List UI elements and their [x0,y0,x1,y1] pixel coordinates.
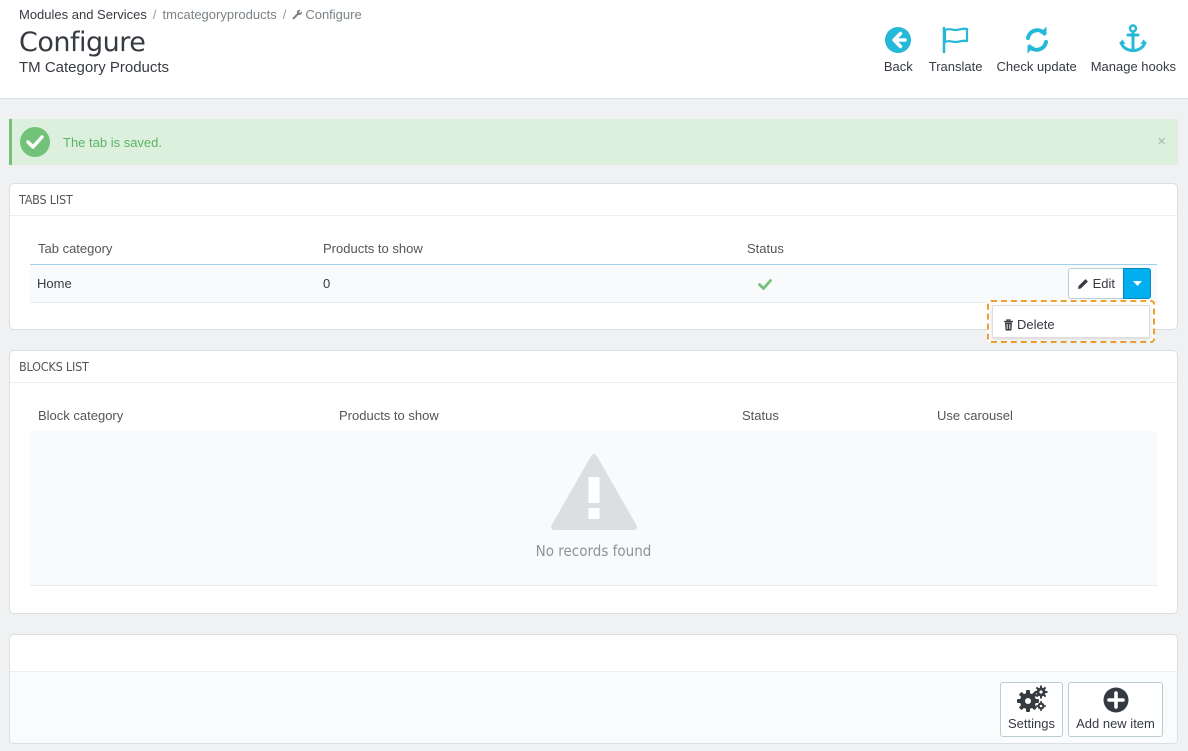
breadcrumb-modules-link[interactable]: Modules and Services [19,7,147,22]
translate-label: Translate [928,59,983,74]
column-header[interactable]: Use carousel [937,408,1013,423]
flag-icon [942,26,968,54]
table-row[interactable]: Home 0 Edit [30,265,1157,303]
trash-icon [1004,318,1013,330]
add-new-item-label: Add new item [1076,716,1155,731]
tabs-table-header: Tab category Products to show Status [30,217,1157,265]
breadcrumb-current: Configure [292,7,362,22]
products-cell: 0 [323,276,331,291]
toolbar: Back Translate Check update Manage hooks [878,20,1182,74]
back-button[interactable]: Back [878,20,919,74]
check-circle-icon [20,127,50,157]
breadcrumb-separator: / [152,7,157,22]
delete-label: Delete [1017,317,1055,332]
manage-hooks-label: Manage hooks [1090,59,1176,74]
manage-hooks-button[interactable]: Manage hooks [1085,20,1182,74]
refresh-icon [1025,26,1048,54]
plus-circle-icon [1103,687,1128,713]
column-header[interactable]: Tab category [38,241,112,256]
warning-icon [551,454,637,530]
actions-dropdown-toggle[interactable] [1123,268,1151,299]
gears-icon [1016,685,1047,712]
edit-label: Edit [1092,276,1115,291]
pencil-icon [1077,278,1088,289]
tabs-list-heading: TABS LIST [10,184,1177,216]
page-subtitle: TM Category Products [19,59,170,76]
delete-menu-item[interactable]: Delete [1003,317,1055,332]
column-header[interactable]: Products to show [339,408,439,423]
column-header[interactable]: Status [742,408,779,423]
wrench-icon [292,9,303,20]
empty-state: No records found [30,431,1157,586]
tab-category-cell: Home [37,276,72,291]
blocks-table-header: Block category Products to show Status U… [30,384,1157,432]
blocks-list-panel: BLOCKS LIST Block category Products to s… [9,350,1178,614]
empty-message: No records found [535,542,652,560]
settings-button[interactable]: Settings [1000,682,1063,737]
blocks-list-heading: BLOCKS LIST [10,351,1177,383]
row-actions: Edit [1067,268,1151,299]
column-header[interactable]: Block category [38,408,123,423]
footer-panel: Settings Add new item [9,634,1178,744]
footer-toolbar: Settings Add new item [10,671,1177,743]
check-update-label: Check update [996,59,1077,74]
edit-button[interactable]: Edit [1067,268,1123,299]
page-title: Configure [19,27,146,58]
caret-down-icon [1132,281,1142,286]
translate-button[interactable]: Translate [923,20,989,74]
breadcrumb: Modules and Services / tmcategoryproducts /… [19,7,362,22]
arrow-left-circle-icon [885,27,912,53]
back-label: Back [883,59,913,74]
anchor-icon [1119,24,1148,53]
check-update-button[interactable]: Check update [990,20,1082,74]
close-icon[interactable]: × [1157,133,1166,150]
actions-dropdown-menu: Delete [987,300,1155,343]
column-header[interactable]: Products to show [323,241,423,256]
add-new-item-button[interactable]: Add new item [1068,682,1163,737]
breadcrumb-module-link[interactable]: tmcategoryproducts [163,7,277,22]
success-alert: The tab is saved. × [9,119,1178,165]
breadcrumb-separator: / [282,7,287,22]
column-header[interactable]: Status [747,241,784,256]
settings-label: Settings [1008,716,1055,731]
status-enabled-icon[interactable] [758,278,772,293]
page-header: Modules and Services / tmcategoryproducts /… [0,0,1188,99]
breadcrumb-current-label: Configure [305,7,362,22]
alert-message: The tab is saved. [63,134,162,150]
